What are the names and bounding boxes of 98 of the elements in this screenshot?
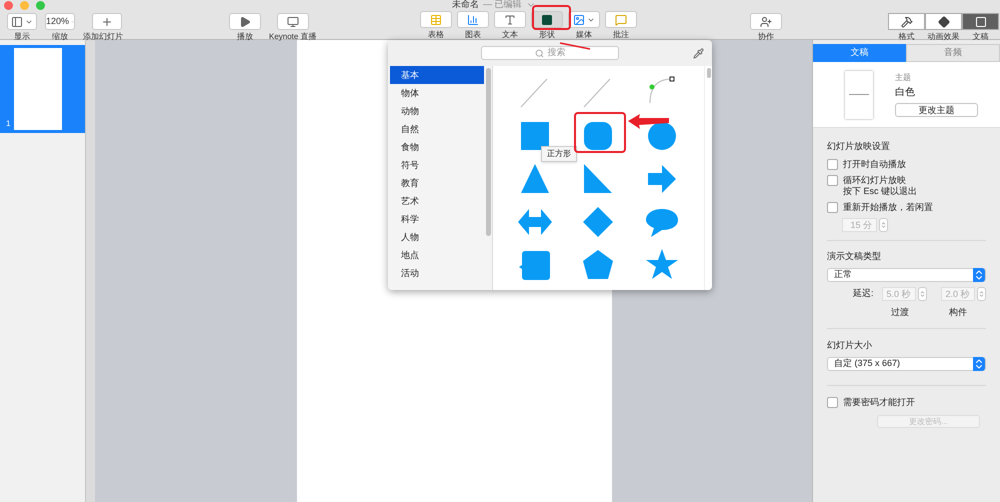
toolbar-label: 播放 [237, 33, 253, 41]
close-button[interactable] [4, 1, 13, 10]
slide-size-select[interactable]: 自定 (375 x 667) [827, 357, 986, 371]
delay-label: 延迟: [853, 287, 874, 300]
monitor-icon [286, 16, 299, 28]
toolbar-button[interactable] [7, 13, 37, 30]
option-note: 按下 Esc 键以退出 [843, 186, 918, 196]
category-item[interactable]: 动物 [390, 102, 484, 120]
stepper-icon[interactable] [879, 218, 888, 232]
build-label: 构件 [949, 306, 967, 319]
bar-chart-icon [467, 14, 479, 26]
slide-thumbnail-row[interactable]: 1 [0, 45, 85, 133]
toolbar-label: 显示 [14, 33, 30, 41]
comment-icon [615, 14, 627, 26]
category-item[interactable]: 活动 [390, 264, 484, 282]
toolbar-label: 文本 [502, 31, 518, 39]
eyedropper-icon[interactable] [693, 48, 704, 58]
category-item[interactable]: 基本 [390, 66, 484, 84]
square-icon [974, 16, 986, 28]
section-title: 演示文稿类型 [827, 250, 882, 262]
option-label: 重新开始播放，若闲置 [843, 202, 933, 212]
section-title: 幻灯片大小 [827, 338, 873, 352]
option-label: 打开时自动播放 [843, 158, 906, 170]
category-item[interactable]: 教育 [390, 174, 484, 192]
select-arrows-icon [973, 268, 985, 282]
toolbar-button[interactable]: 120% [45, 13, 75, 30]
toolbar-label: 添加幻灯片 [83, 33, 123, 41]
change-theme-button[interactable]: 更改主题 [895, 103, 978, 117]
transition-delay-field: 5.0 秒 [882, 287, 916, 301]
toolbar-button[interactable] [92, 13, 122, 30]
toolbar-label: 缩放 [52, 33, 68, 41]
diamond-icon [938, 16, 950, 28]
toolbar-label: 表格 [428, 31, 444, 39]
annotation-box [532, 5, 571, 30]
toolbar-label: 批注 [613, 31, 629, 39]
toolbar-label: 协作 [758, 33, 774, 41]
checkbox[interactable] [827, 158, 838, 170]
toolbar-label: Keynote 直播 [269, 33, 317, 41]
checkbox[interactable] [827, 397, 838, 408]
inspector-tab[interactable] [888, 13, 925, 30]
toolbar-button[interactable] [531, 11, 563, 28]
toolbar-label: 文稿 [972, 33, 988, 41]
transition-label: 过渡 [891, 306, 910, 319]
stepper-icon[interactable] [918, 287, 927, 301]
option-label: 需要密码才能打开 [843, 396, 915, 409]
presentation-type-select[interactable]: 正常 [827, 268, 986, 282]
toolbar-button[interactable] [494, 11, 526, 28]
image-icon [573, 14, 585, 26]
category-item[interactable]: 艺术 [390, 192, 484, 210]
theme-label: 主题 [895, 72, 912, 84]
person-plus-icon [760, 16, 772, 28]
toolbar-button[interactable] [457, 11, 489, 28]
toolbar-button[interactable] [229, 13, 261, 30]
section-title: 幻灯片放映设置 [827, 140, 891, 153]
play-icon [239, 16, 251, 28]
text-icon [504, 14, 516, 26]
checkbox[interactable] [827, 174, 838, 186]
category-item[interactable]: 人物 [390, 228, 484, 246]
theme-name: 白色 [895, 86, 916, 100]
toolbar-label: 格式 [898, 33, 914, 41]
tooltip: 正方形 [541, 146, 577, 162]
table-icon [430, 14, 442, 26]
toolbar-label: 图表 [465, 31, 481, 39]
category-item[interactable]: 物体 [390, 84, 484, 102]
select-arrows-icon [973, 357, 985, 371]
category-item[interactable]: 食物 [390, 138, 484, 156]
stepper-icon[interactable] [976, 287, 986, 301]
category-item[interactable]: 符号 [390, 156, 484, 174]
toolbar-button[interactable] [568, 11, 600, 28]
build-delay-field: 2.0 秒 [940, 287, 975, 301]
plus-icon [101, 16, 113, 28]
option-label: 循环幻灯片放映 [843, 174, 907, 186]
toolbar-label: 形状 [539, 31, 555, 39]
scrollbar-thumb[interactable] [486, 68, 490, 236]
checkbox[interactable] [827, 202, 838, 212]
square-icon [541, 14, 553, 26]
theme-thumbnail[interactable] [845, 70, 873, 118]
category-item[interactable]: 自然 [390, 120, 484, 138]
annotation-arrow [628, 114, 669, 129]
hammer-icon [900, 16, 912, 28]
zoom-button[interactable] [36, 1, 45, 10]
panel-tab[interactable]: 文稿 [813, 44, 906, 62]
category-item[interactable]: 科学 [390, 210, 484, 228]
inspector-tab[interactable] [962, 13, 999, 30]
annotation-box [574, 112, 626, 153]
sidebar-icon [11, 16, 23, 28]
toolbar-button[interactable] [276, 13, 309, 30]
panel-tab[interactable]: 音频 [906, 44, 1000, 62]
collaborate-button[interactable] [750, 13, 782, 30]
toolbar-label: 媒体 [576, 31, 592, 39]
slide-number: 1 [6, 118, 10, 130]
idle-minutes-field: 15 分 [842, 218, 877, 232]
search-icon [534, 48, 544, 58]
inspector-tab[interactable] [925, 13, 962, 30]
category-item[interactable]: 地点 [390, 246, 484, 264]
slide-thumbnail[interactable] [14, 48, 62, 130]
scrollbar-thumb[interactable] [706, 68, 710, 78]
toolbar-label: 动画效果 [928, 33, 960, 41]
